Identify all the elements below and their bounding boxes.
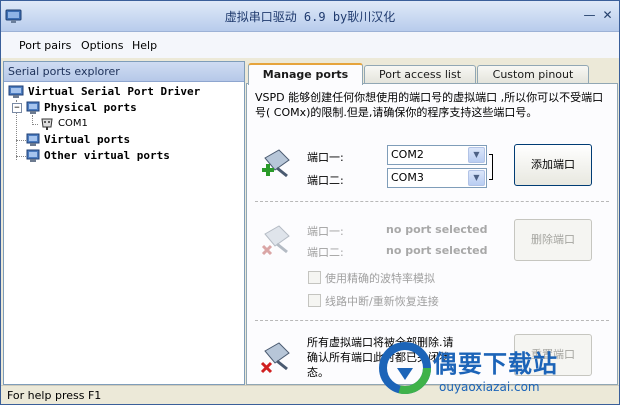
tree-connector [16, 140, 26, 141]
add-port1-value: COM2 [391, 148, 424, 161]
add-port2-value: COM3 [391, 171, 424, 184]
minimize-button[interactable]: — [581, 7, 598, 23]
remove-port-button[interactable]: 删除端口 [514, 219, 592, 261]
status-text: For help press F1 [7, 389, 102, 402]
watermark: 偶要下载站 ouyaoxiazai.com [373, 336, 613, 404]
menu-bar: Port pairs Options Help [1, 32, 619, 58]
manage-description: VSPD 能够创建任何你想使用的端口号的虚拟端口 ,所以你可以不受端口号( CO… [255, 91, 604, 119]
tree-virtual-ports[interactable]: Virtual ports [26, 132, 240, 148]
monitor-icon [26, 133, 40, 146]
tree-connector [16, 156, 26, 157]
tree-other-label: Other virtual ports [44, 149, 170, 162]
baud-rate-emulation-label: 使用精确的波特率模拟 [325, 272, 435, 285]
menu-help[interactable]: Help [132, 39, 157, 52]
remove-port2-value: no port selected [386, 244, 488, 257]
section-divider [255, 201, 609, 202]
remove-port2-label: 端口二: [307, 246, 344, 259]
add-port1-select[interactable]: COM2 ▼ [387, 145, 487, 165]
tree-root[interactable]: Virtual Serial Port Driver [8, 84, 240, 100]
watermark-url: ouyaoxiazai.com [439, 380, 540, 394]
menu-options[interactable]: Options [81, 39, 123, 52]
app-window: 虚拟串口驱动 6.9 by耿川汉化 — ✕ Port pairs Options… [0, 0, 620, 405]
remove-port1-value: no port selected [386, 223, 488, 236]
tree-com1-label: COM1 [58, 118, 88, 129]
computer-icon [8, 85, 24, 98]
explorer-header: Serial ports explorer [4, 62, 244, 82]
watermark-logo [379, 342, 431, 394]
title-bar[interactable]: 虚拟串口驱动 6.9 by耿川汉化 — ✕ [1, 1, 619, 32]
remove-port-icon [261, 225, 290, 256]
add-port-button[interactable]: 添加端口 [514, 144, 592, 186]
monitor-icon [26, 101, 40, 114]
collapse-icon[interactable]: − [12, 103, 22, 113]
section-divider [255, 320, 609, 321]
remove-port1-label: 端口一: [307, 225, 344, 238]
add-port2-label: 端口二: [307, 174, 344, 187]
add-port2-select[interactable]: COM3 ▼ [387, 168, 487, 188]
line-break-reconnect-checkbox[interactable] [308, 294, 321, 307]
tab-manage-ports[interactable]: Manage ports [248, 63, 363, 85]
line-break-reconnect-label: 线路中断/重新恢复连接 [325, 295, 439, 308]
tree-physical-label: Physical ports [44, 101, 137, 114]
serial-port-icon [41, 118, 53, 130]
tree-physical-ports[interactable]: − Physical ports [12, 100, 240, 116]
watermark-title: 偶要下载站 [433, 350, 558, 378]
add-port1-label: 端口一: [307, 151, 344, 164]
tree-connector [32, 124, 38, 125]
menu-port-pairs[interactable]: Port pairs [19, 39, 71, 52]
serial-ports-explorer: Serial ports explorer Virtual Serial Por… [3, 61, 245, 385]
tab-strip: Manage ports Port access list Custom pin… [246, 63, 616, 85]
reset-ports-icon [260, 342, 290, 374]
close-button[interactable]: ✕ [599, 7, 616, 23]
tree-root-label: Virtual Serial Port Driver [28, 85, 201, 98]
tree-other-virtual-ports[interactable]: Other virtual ports [26, 148, 240, 164]
add-port-icon [262, 149, 290, 178]
baud-rate-emulation-checkbox[interactable] [308, 271, 321, 284]
tab-custom-pinout[interactable]: Custom pinout [477, 65, 589, 83]
pair-bracket [489, 154, 493, 180]
tree-virtual-label: Virtual ports [44, 133, 131, 146]
tab-port-access-list[interactable]: Port access list [364, 65, 476, 83]
chevron-down-icon[interactable]: ▼ [468, 147, 485, 163]
tree-com1[interactable]: COM1 [40, 116, 240, 132]
monitor-icon [26, 149, 40, 162]
window-title: 虚拟串口驱动 6.9 by耿川汉化 [224, 10, 396, 24]
chevron-down-icon[interactable]: ▼ [468, 170, 485, 186]
